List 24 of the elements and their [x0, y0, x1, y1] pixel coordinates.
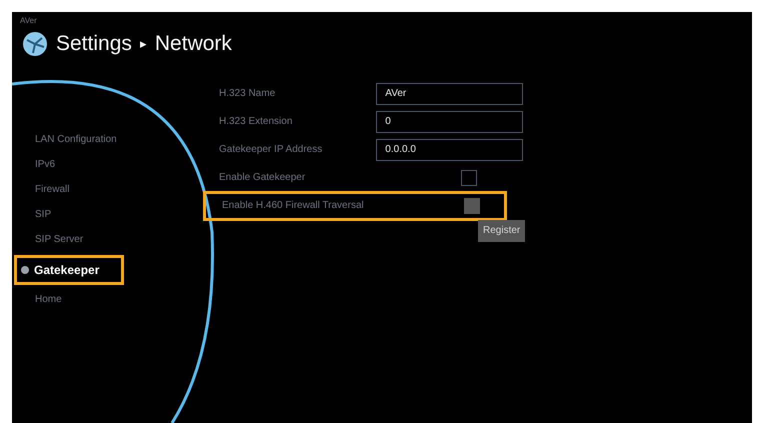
- sidebar-item[interactable]: SIP: [18, 204, 74, 224]
- input-field[interactable]: AVer: [376, 82, 523, 104]
- input-field[interactable]: 0.0.0.0: [376, 138, 523, 160]
- sidebar-item[interactable]: IPv6: [18, 154, 78, 174]
- sidebar-item[interactable]: SIP Server: [18, 230, 106, 250]
- breadcrumb-item: Settings: [56, 31, 132, 57]
- field-label: Gatekeeper IP Address: [219, 143, 324, 157]
- breadcrumb-separator: ▸: [140, 35, 147, 53]
- brand-label: AVer: [20, 15, 37, 27]
- field-label: H.323 Extension: [219, 115, 294, 129]
- sidebar-item[interactable]: Gatekeeper: [14, 254, 124, 284]
- checkbox[interactable]: [461, 170, 477, 186]
- sidebar-item[interactable]: Firewall: [18, 180, 92, 200]
- field-label: Enable Gatekeeper: [219, 171, 306, 185]
- input-field[interactable]: 0: [376, 110, 523, 132]
- register-button[interactable]: Register: [478, 220, 526, 242]
- sidebar-item[interactable]: Home: [18, 290, 84, 310]
- breadcrumb-item: Network: [154, 31, 232, 57]
- bullet-icon: [21, 266, 29, 274]
- sidebar-item[interactable]: LAN Configuration: [18, 130, 139, 150]
- field-label: Enable H.460 Firewall Traversal: [222, 199, 365, 213]
- globe-icon: [22, 30, 48, 57]
- checkbox[interactable]: [464, 198, 480, 214]
- field-label: H.323 Name: [219, 87, 276, 101]
